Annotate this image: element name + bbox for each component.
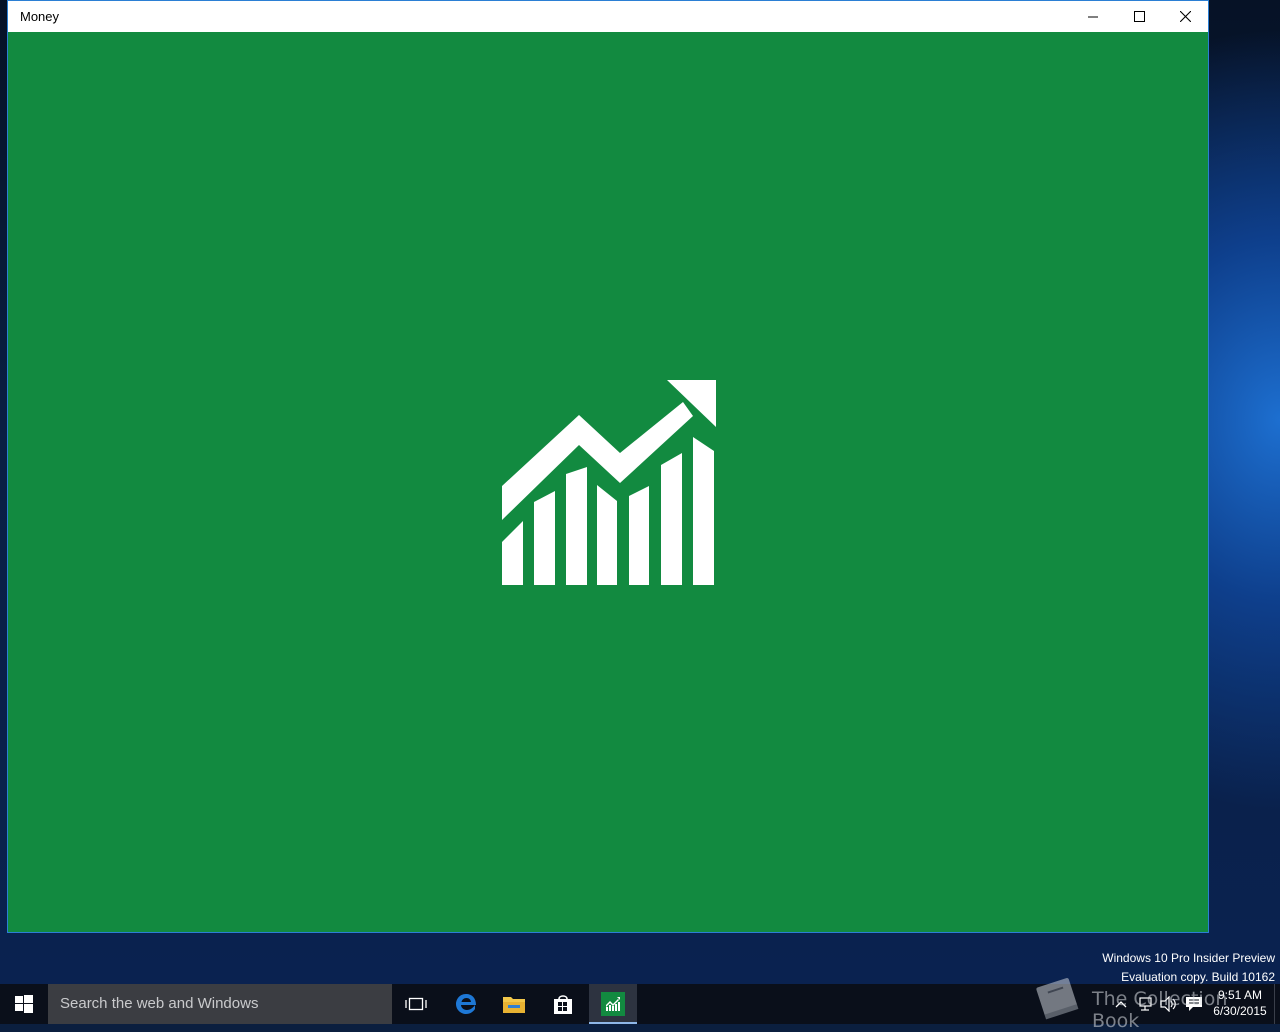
maximize-icon <box>1133 11 1145 22</box>
watermark-edition: Windows 10 Pro Insider Preview <box>1102 951 1275 965</box>
folder-icon <box>503 997 525 1013</box>
edge-icon <box>456 994 476 1014</box>
close-icon <box>1179 11 1191 22</box>
money-app-window: Money <box>7 0 1209 933</box>
close-button[interactable] <box>1162 1 1208 32</box>
money-icon <box>601 992 625 1016</box>
splash-screen <box>8 32 1208 932</box>
collection-book-watermark: The Collection Book <box>1030 974 1280 1032</box>
start-button[interactable] <box>0 984 48 1024</box>
stock-chart-icon <box>502 380 716 585</box>
title-bar[interactable]: Money <box>8 1 1208 32</box>
money-taskbar-button[interactable] <box>589 984 637 1024</box>
task-view-icon <box>405 997 427 1011</box>
file-explorer-button[interactable] <box>490 984 538 1024</box>
store-button[interactable] <box>539 984 587 1024</box>
collection-book-text: The Collection Book <box>1092 988 1228 1032</box>
store-icon <box>554 995 572 1014</box>
search-input[interactable]: Search the web and Windows <box>48 984 392 1024</box>
minimize-button[interactable] <box>1070 1 1116 32</box>
task-view-button[interactable] <box>392 984 440 1024</box>
window-title: Money <box>20 9 60 24</box>
book-icon <box>1036 978 1079 1020</box>
edge-taskbar-button[interactable] <box>442 984 490 1024</box>
maximize-button[interactable] <box>1116 1 1162 32</box>
windows-logo-icon <box>15 995 33 1013</box>
minimize-icon <box>1088 16 1098 17</box>
